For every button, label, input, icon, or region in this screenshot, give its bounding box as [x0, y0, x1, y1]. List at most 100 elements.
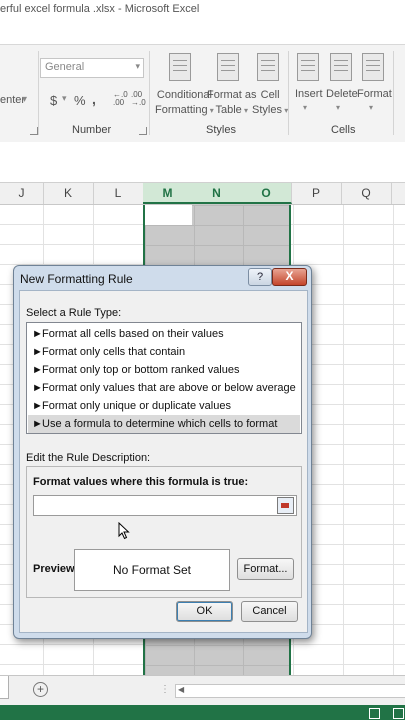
insert-cells-icon[interactable] [297, 53, 319, 81]
arrow-icon: ► [32, 418, 43, 430]
number-format-dropdown[interactable]: General ▾ [40, 58, 144, 78]
arrow-icon: ► [32, 328, 43, 340]
conditional-formatting-label-2: Formatting [155, 104, 208, 116]
cell-styles-icon[interactable] [257, 53, 279, 81]
number-dialog-launcher-icon[interactable] [139, 127, 147, 135]
window-title: erful excel formula .xlsx - Microsoft Ex… [0, 3, 200, 15]
edit-rule-description-label: Edit the Rule Description: [26, 452, 151, 464]
delete-cells-icon[interactable] [330, 53, 352, 81]
rule-type-label: Format only cells that contain [42, 346, 186, 358]
cells-group-label: Cells [331, 124, 356, 136]
list-item[interactable]: ►Format only values that are above or be… [28, 379, 300, 397]
format-as-table-button[interactable]: Format as Table ▾ [207, 88, 257, 118]
column-header[interactable]: P [291, 183, 342, 204]
group-separator [38, 51, 39, 135]
column-header[interactable]: Q [341, 183, 392, 204]
ok-button[interactable]: OK [176, 601, 233, 622]
alignment-dialog-launcher-icon[interactable] [30, 127, 38, 135]
chevron-down-icon: ▾ [135, 61, 140, 71]
comma-style-button[interactable]: , [92, 91, 96, 107]
preview-box: No Format Set [74, 549, 230, 591]
list-item[interactable]: ►Format only top or bottom ranked values [28, 361, 300, 379]
percent-style-button[interactable]: % [74, 93, 86, 108]
dropdown-arrow-icon[interactable]: ▾ [369, 103, 373, 112]
arrow-icon: ► [32, 364, 43, 376]
rule-type-label: Use a formula to determine which cells t… [42, 418, 278, 430]
list-item[interactable]: ►Format only unique or duplicate values [28, 397, 300, 415]
dialog-title: New Formatting Rule [20, 272, 133, 286]
active-cell[interactable] [145, 205, 192, 225]
column-headers: J K L M N O P Q [0, 183, 405, 205]
dropdown-arrow-icon[interactable]: ▾ [62, 93, 67, 104]
formula-label: Format values where this formula is true… [33, 476, 249, 488]
format-as-table-label-2: Table [215, 104, 242, 116]
format-cells-icon[interactable] [362, 53, 384, 81]
column-header[interactable]: J [0, 183, 44, 204]
conditional-formatting-icon[interactable] [169, 53, 191, 81]
rule-type-list[interactable]: ►Format all cells based on their values … [26, 322, 302, 434]
decrease-decimal-icon[interactable]: .00 →.0 [131, 91, 146, 107]
new-formatting-rule-dialog: New Formatting Rule ? X Select a Rule Ty… [13, 265, 312, 639]
cell-styles-label-2: Styles [252, 104, 282, 116]
list-item-selected[interactable]: ►Use a formula to determine which cells … [28, 415, 300, 433]
increase-decimal-icon[interactable]: ←.0.00 [113, 91, 128, 107]
group-separator [288, 51, 289, 135]
conditional-formatting-button[interactable]: Conditional Formatting ▾ [155, 88, 214, 118]
rule-type-label: Format all cells based on their values [42, 328, 224, 340]
rule-type-label: Format only values that are above or bel… [42, 382, 296, 394]
status-bar [0, 705, 405, 720]
number-group-label: Number [72, 124, 112, 136]
styles-group-label: Styles [206, 124, 236, 136]
column-header-selected[interactable]: N [192, 183, 242, 204]
dropdown-arrow-icon[interactable]: ▾ [303, 103, 307, 112]
dropdown-arrow-icon[interactable]: ▾ [22, 94, 27, 105]
cancel-button[interactable]: Cancel [241, 601, 298, 622]
number-format-value: General [45, 61, 85, 73]
accounting-format-button[interactable]: $ [50, 93, 57, 108]
collapse-dialog-icon[interactable] [277, 497, 294, 514]
list-item[interactable]: ►Format all cells based on their values [28, 325, 300, 343]
title-bar: erful excel formula .xlsx - Microsoft Ex… [0, 0, 405, 44]
format-button[interactable]: Format [357, 88, 392, 100]
select-rule-type-label: Select a Rule Type: [26, 307, 122, 319]
column-header[interactable]: K [43, 183, 94, 204]
group-separator [393, 51, 394, 135]
scroll-left-icon[interactable]: ◀ [178, 685, 184, 694]
list-item[interactable]: ►Format only cells that contain [28, 343, 300, 361]
column-header-selected[interactable]: M [143, 183, 193, 204]
mouse-cursor-icon [118, 521, 130, 543]
new-sheet-icon[interactable]: + [33, 682, 48, 697]
rule-type-label: Format only unique or duplicate values [42, 400, 231, 412]
column-header[interactable]: L [93, 183, 144, 204]
format-as-table-label-1: Format as [207, 89, 257, 101]
column-header-selected[interactable]: O [241, 183, 292, 204]
sheet-tab-bar: + ⋮ ◀ [0, 675, 405, 706]
group-separator [149, 51, 150, 135]
delete-button[interactable]: Delete [326, 88, 358, 100]
formula-input[interactable] [33, 495, 297, 516]
conditional-formatting-label-1: Conditional [156, 89, 212, 101]
cell-styles-button[interactable]: Cell Styles ▾ [252, 88, 288, 118]
sheet-tab[interactable] [0, 676, 9, 699]
rule-description-panel: Format values where this formula is true… [26, 466, 302, 598]
format-as-table-icon[interactable] [217, 53, 239, 81]
cell-styles-label-1: Cell [260, 89, 280, 101]
help-button[interactable]: ? [248, 268, 272, 286]
ribbon: enter ▾ General ▾ $ ▾ % , ←.0.00 .00 →.0 … [0, 44, 405, 144]
insert-button[interactable]: Insert [295, 88, 323, 100]
close-button[interactable]: X [272, 268, 307, 286]
splitter-handle-icon[interactable]: ⋮ [160, 684, 170, 695]
rule-type-label: Format only top or bottom ranked values [42, 364, 240, 376]
normal-view-icon[interactable] [369, 708, 380, 719]
arrow-icon: ► [32, 346, 43, 358]
dialog-body: Select a Rule Type: ►Format all cells ba… [19, 290, 308, 633]
formula-bar-area [0, 142, 405, 183]
horizontal-scrollbar[interactable]: ◀ [175, 684, 405, 698]
arrow-icon: ► [32, 382, 43, 394]
page-layout-view-icon[interactable] [393, 708, 404, 719]
format-dialog-button[interactable]: Format... [237, 558, 294, 580]
dropdown-arrow-icon: ▾ [241, 106, 249, 115]
arrow-icon: ► [32, 400, 43, 412]
preview-label: Preview: [33, 563, 79, 575]
dropdown-arrow-icon[interactable]: ▾ [336, 103, 340, 112]
